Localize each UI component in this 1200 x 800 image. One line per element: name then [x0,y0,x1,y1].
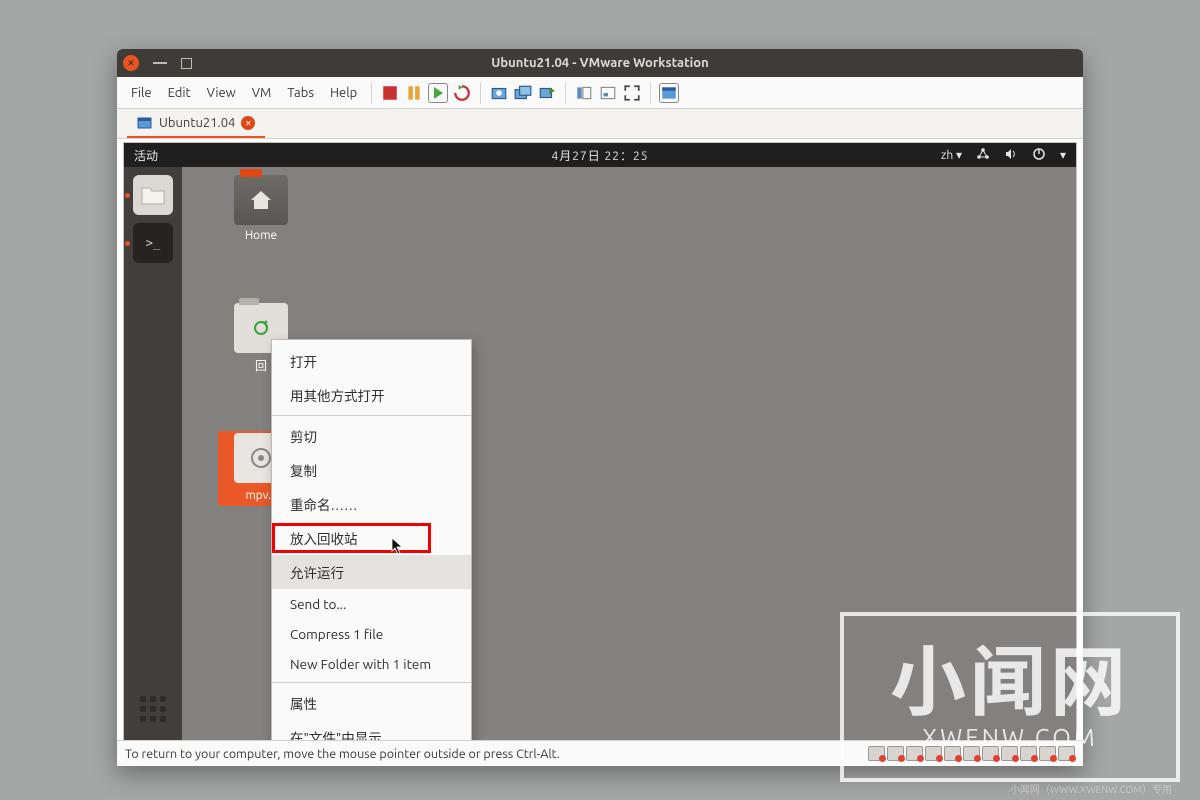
sidebar-toggle-icon[interactable] [574,83,594,103]
menu-compress[interactable]: Compress 1 file [272,619,471,649]
statusbar-hint: To return to your computer, move the mou… [125,747,560,761]
watermark-footer: 小闻网（WWW.XWENW.COM）专用 [1010,781,1172,796]
folder-home-icon [234,175,288,225]
show-applications-icon[interactable] [133,689,173,729]
menu-move-to-trash[interactable]: 放入回收站 [272,521,471,555]
separator [480,82,481,104]
window-title: Ubuntu21.04 - VMware Workstation [491,56,708,70]
watermark: 小闻网 XWENW.COM [840,612,1180,782]
separator [371,82,372,104]
activities-button[interactable]: 活动 [134,147,158,164]
power-off-icon[interactable] [380,83,400,103]
vm-tabbar: Ubuntu21.04 [117,109,1083,139]
thumbnail-icon[interactable] [598,83,618,103]
separator [650,82,651,104]
dock: >_ [124,167,182,741]
window-close-icon[interactable] [123,55,139,71]
vm-tab[interactable]: Ubuntu21.04 [127,110,265,138]
separator [272,682,471,683]
menubar: File Edit View VM Tabs Help [117,77,1083,109]
separator [272,415,471,416]
dock-files-icon[interactable] [133,175,173,215]
menu-tabs[interactable]: Tabs [281,86,320,100]
running-indicator [125,241,130,246]
tab-close-icon[interactable] [241,116,255,130]
dock-terminal-icon[interactable]: >_ [133,223,173,263]
window-maximize-icon[interactable] [181,58,192,69]
fullscreen-icon[interactable] [622,83,642,103]
status-area[interactable]: zh ▾ ▾ [941,147,1066,164]
chevron-down-icon: ▾ [1060,148,1066,162]
menu-open[interactable]: 打开 [272,344,471,378]
icon-label: Home [230,229,292,242]
menu-show-in-files[interactable]: 在"文件"中显示 [272,720,471,741]
restart-icon[interactable] [452,83,472,103]
menu-view[interactable]: View [201,86,242,100]
vm-tab-label: Ubuntu21.04 [159,116,235,130]
menu-rename[interactable]: 重命名…… [272,487,471,521]
menu-allow-run[interactable]: 允许运行 [272,555,471,589]
menu-cut[interactable]: 剪切 [272,419,471,453]
menu-open-with[interactable]: 用其他方式打开 [272,378,471,412]
unity-mode-icon[interactable] [659,83,679,103]
separator [565,82,566,104]
window-titlebar[interactable]: Ubuntu21.04 - VMware Workstation [117,49,1083,77]
chevron-down-icon: ▾ [956,149,962,162]
snapshot-manage-icon[interactable] [513,83,533,103]
pause-icon[interactable] [404,83,424,103]
clock[interactable]: 4月27日 22：25 [551,147,648,164]
menu-file[interactable]: File [125,86,158,100]
watermark-url: XWENW.COM [922,724,1097,751]
watermark-text: 小闻网 [890,644,1130,720]
snapshot-revert-icon[interactable] [537,83,557,103]
menu-send-to[interactable]: Send to... [272,589,471,619]
vm-icon [137,116,153,130]
running-indicator [125,193,130,198]
window-minimize-icon[interactable] [153,62,167,64]
play-icon[interactable] [428,83,448,103]
menu-edit[interactable]: Edit [162,86,197,100]
menu-help[interactable]: Help [324,86,363,100]
input-method-indicator[interactable]: zh ▾ [941,148,962,162]
gnome-topbar[interactable]: 活动 4月27日 22：25 zh ▾ ▾ [124,143,1076,167]
menu-properties[interactable]: 属性 [272,686,471,720]
power-icon[interactable] [1032,147,1046,164]
desktop-home-folder[interactable]: Home [230,175,292,242]
network-icon[interactable] [976,147,990,164]
menu-vm[interactable]: VM [246,86,278,100]
volume-icon[interactable] [1004,147,1018,164]
context-menu: 打开 用其他方式打开 剪切 复制 重命名…… 放入回收站 允许运行 Send t… [271,339,472,741]
menu-new-folder[interactable]: New Folder with 1 item [272,649,471,679]
menu-copy[interactable]: 复制 [272,453,471,487]
snapshot-icon[interactable] [489,83,509,103]
